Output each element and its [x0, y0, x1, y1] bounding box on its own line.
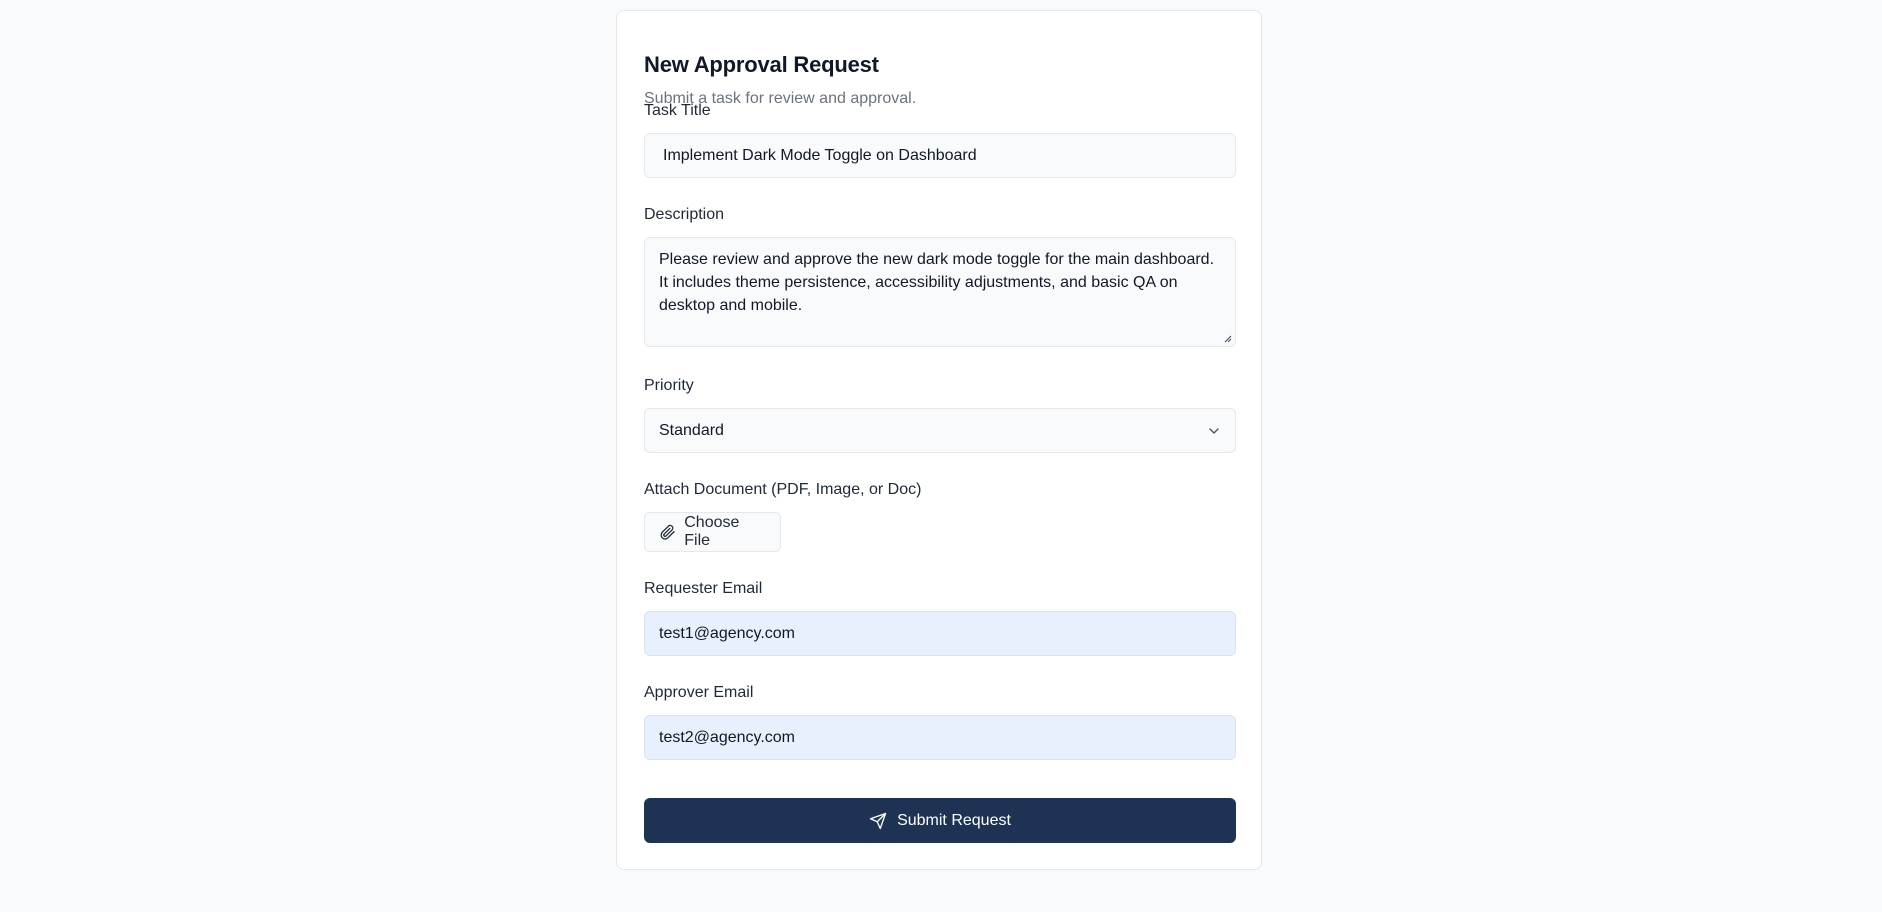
- submit-field: Submit Request: [644, 798, 1236, 843]
- chevron-down-icon: [1209, 427, 1219, 434]
- task-title-input[interactable]: Implement Dark Mode Toggle on Dashboard: [644, 133, 1236, 178]
- attachment-field: Attach Document (PDF, Image, or Doc) Cho…: [644, 480, 1236, 552]
- priority-select[interactable]: Standard: [644, 408, 1236, 453]
- choose-file-button[interactable]: Choose File: [644, 512, 781, 552]
- requester-email-label: Requester Email: [644, 580, 763, 597]
- priority-field: Priority Standard: [644, 376, 1236, 453]
- priority-label: Priority: [644, 377, 694, 394]
- description-field: Description Please review and approve th…: [644, 205, 1236, 347]
- approver-email-field: Approver Email test2@agency.com: [644, 683, 1236, 760]
- description-label: Description: [644, 206, 725, 223]
- task-title-label: Task Title: [644, 102, 711, 119]
- form-title: New Approval Request: [644, 52, 879, 77]
- submit-request-button[interactable]: Submit Request: [644, 798, 1236, 843]
- description-value: Please review and approve the new dark m…: [659, 251, 1215, 314]
- description-textarea[interactable]: Please review and approve the new dark m…: [644, 237, 1236, 347]
- requester-email-field: Requester Email test1@agency.com: [644, 579, 1236, 656]
- requester-email-input[interactable]: test1@agency.com: [644, 611, 1236, 656]
- paperclip-icon: [660, 524, 675, 540]
- choose-file-label: Choose File: [684, 514, 740, 549]
- approver-email-label: Approver Email: [644, 684, 754, 701]
- task-title-field: Task Title Implement Dark Mode Toggle on…: [644, 101, 1236, 178]
- priority-selected-value: Standard: [659, 421, 724, 439]
- approval-request-card: New Approval Request Submit a task for r…: [616, 10, 1262, 870]
- resize-handle-icon[interactable]: [1224, 335, 1232, 343]
- send-icon: [869, 812, 887, 829]
- approver-email-value: test2@agency.com: [659, 728, 796, 746]
- attachment-label: Attach Document (PDF, Image, or Doc): [644, 481, 922, 498]
- approver-email-input[interactable]: test2@agency.com: [644, 715, 1236, 760]
- submit-request-label: Submit Request: [897, 811, 1011, 829]
- requester-email-value: test1@agency.com: [659, 624, 796, 642]
- task-title-value: Implement Dark Mode Toggle on Dashboard: [663, 146, 977, 164]
